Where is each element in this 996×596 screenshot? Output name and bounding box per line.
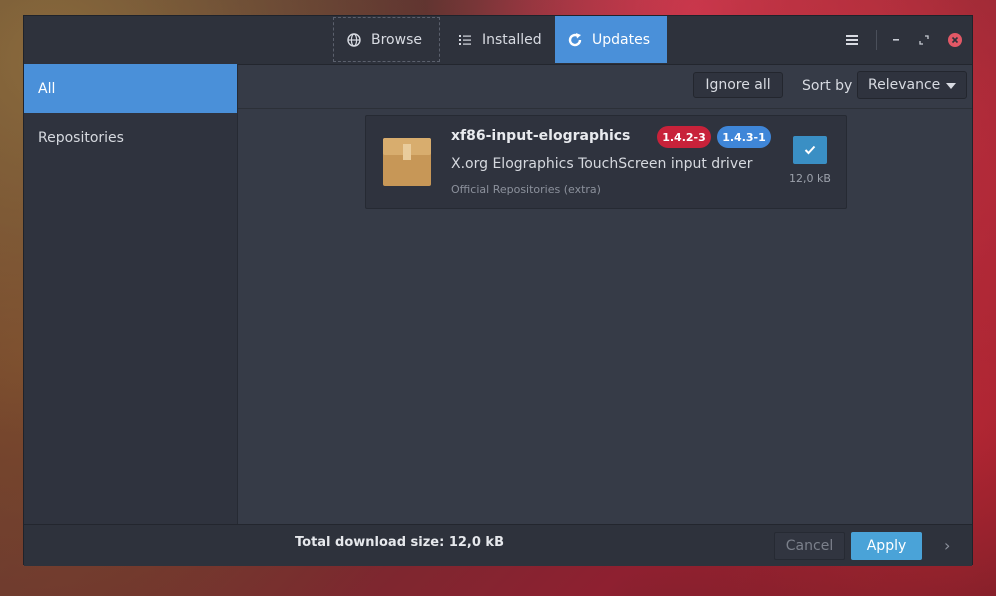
old-version-badge: 1.4.2-3 (657, 126, 711, 148)
sort-by-label: Sort by (802, 78, 853, 94)
close-icon[interactable] (945, 30, 965, 50)
sidebar-item-all[interactable]: All (24, 64, 237, 113)
checkmark-icon (804, 145, 816, 155)
tab-installed[interactable]: Installed (445, 16, 555, 63)
sidebar: All Repositories (24, 64, 238, 524)
package-size: 12,0 kB (789, 172, 831, 185)
chevron-right-icon[interactable]: › (944, 536, 950, 555)
sidebar-item-label: All (38, 80, 56, 97)
header-separator (876, 30, 877, 50)
cancel-button[interactable]: Cancel (774, 532, 845, 560)
total-download-size: Total download size: 12,0 kB (295, 535, 504, 550)
sidebar-item-repositories[interactable]: Repositories (24, 113, 237, 162)
tab-browse[interactable]: Browse (333, 17, 440, 62)
ignore-all-button[interactable]: Ignore all (693, 72, 783, 98)
package-repository: Official Repositories (extra) (451, 183, 601, 196)
tab-updates[interactable]: Updates (555, 16, 667, 63)
package-box-icon (383, 138, 431, 186)
package-select-checkbox[interactable] (793, 136, 827, 164)
package-card[interactable]: xf86-input-elographics 1.4.2-3 1.4.3-1 X… (365, 115, 847, 209)
tab-installed-label: Installed (482, 31, 542, 48)
tab-updates-label: Updates (592, 31, 650, 48)
package-description: X.org Elographics TouchScreen input driv… (451, 156, 753, 172)
list-icon (457, 32, 473, 48)
package-name: xf86-input-elographics (451, 128, 631, 144)
tab-browse-label: Browse (371, 31, 422, 48)
new-version-badge: 1.4.3-1 (717, 126, 771, 148)
globe-icon (346, 32, 362, 48)
updates-toolbar: Ignore all Sort by Relevance (238, 64, 972, 109)
apply-button[interactable]: Apply (851, 532, 922, 560)
sidebar-item-label: Repositories (38, 129, 124, 146)
sort-select-value: Relevance (868, 77, 941, 93)
sort-select[interactable]: Relevance (857, 71, 967, 99)
minimize-icon[interactable] (886, 30, 906, 50)
chevron-down-icon (946, 83, 956, 89)
footer-bar: Total download size: 12,0 kB Cancel Appl… (24, 524, 972, 566)
restore-icon[interactable] (914, 30, 934, 50)
app-window: Browse Installed Updates All Repositorie… (23, 15, 973, 566)
hamburger-menu-icon[interactable] (842, 30, 862, 50)
header-bar: Browse Installed Updates (24, 16, 972, 65)
refresh-icon (567, 32, 583, 48)
